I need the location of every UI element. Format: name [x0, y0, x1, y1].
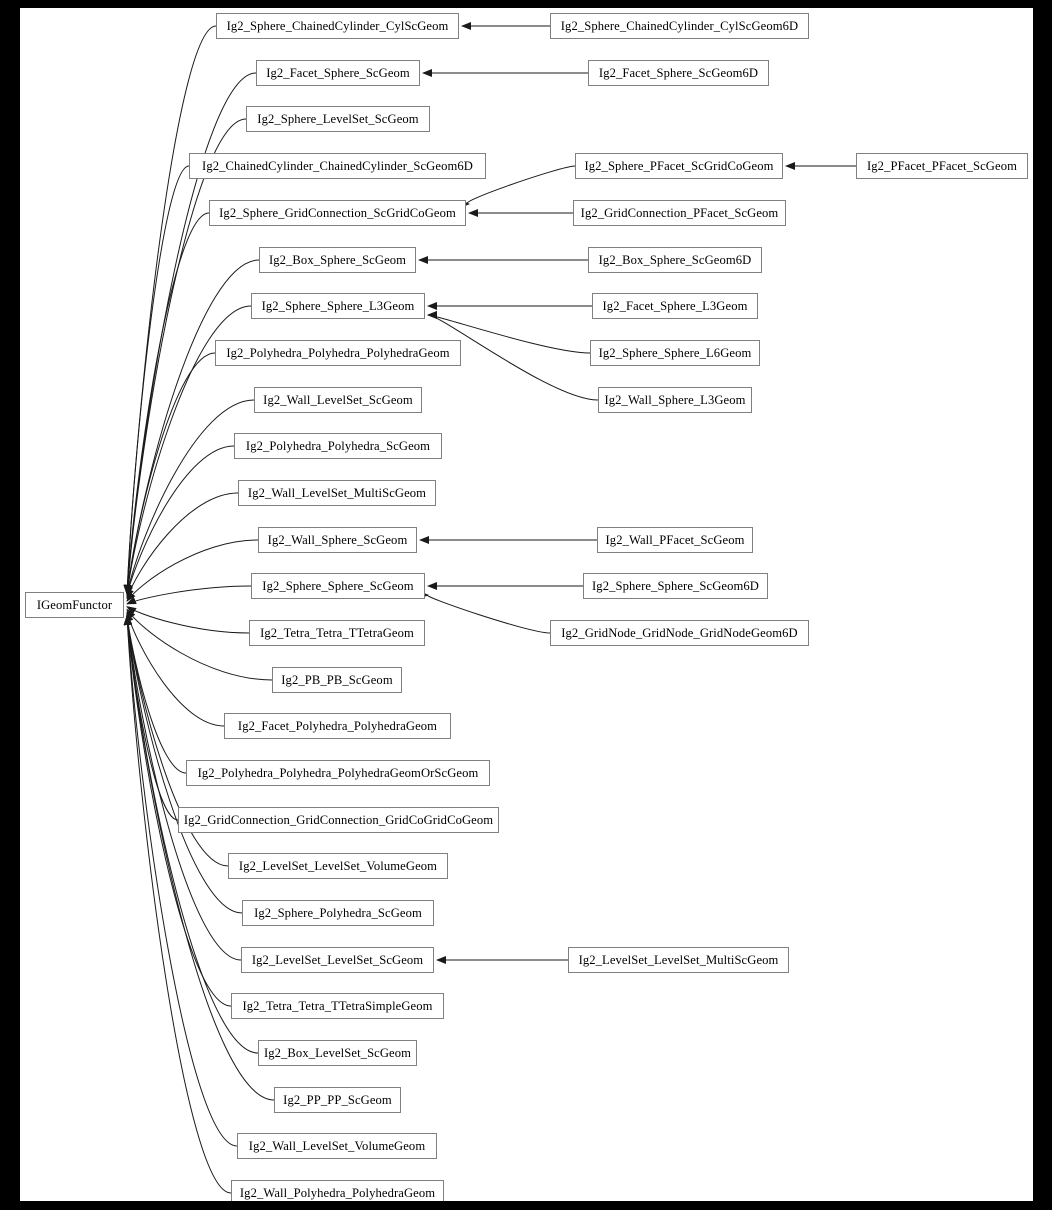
class-node-label: Ig2_Wall_LevelSet_VolumeGeom	[248, 1138, 426, 1153]
class-node-ig2-gridnode-gridnode-gridnodegeom6d[interactable]: Ig2_GridNode_GridNode_GridNodeGeom6D	[550, 620, 809, 646]
class-node-label: Ig2_LevelSet_LevelSet_ScGeom	[251, 952, 424, 967]
class-node-ig2-sphere-sphere-scgeom[interactable]: Ig2_Sphere_Sphere_ScGeom	[251, 573, 425, 599]
class-node-label: Ig2_Tetra_Tetra_TTetraSimpleGeom	[242, 998, 433, 1013]
class-node-ig2-facet-sphere-scgeom[interactable]: Ig2_Facet_Sphere_ScGeom	[256, 60, 420, 86]
class-node-ig2-levelset-levelset-multiscgeom[interactable]: Ig2_LevelSet_LevelSet_MultiScGeom	[568, 947, 789, 973]
class-node-label: Ig2_Polyhedra_Polyhedra_PolyhedraGeomOrS…	[197, 765, 479, 780]
inheritance-edge	[418, 591, 551, 634]
class-node-label: Ig2_Wall_LevelSet_ScGeom	[263, 392, 413, 407]
class-node-label: Ig2_Facet_Sphere_ScGeom6D	[598, 65, 759, 80]
class-node-ig2-sphere-sphere-scgeom6d[interactable]: Ig2_Sphere_Sphere_ScGeom6D	[583, 573, 768, 599]
class-node-ig2-sphere-pfacet-scgridcogeom[interactable]: Ig2_Sphere_PFacet_ScGridCoGeom	[575, 153, 783, 179]
class-node-ig2-wall-sphere-l3geom[interactable]: Ig2_Wall_Sphere_L3Geom	[598, 387, 752, 413]
class-node-label: Ig2_Sphere_GridConnection_ScGridCoGeom	[219, 205, 456, 220]
class-node-label: Ig2_Sphere_PFacet_ScGridCoGeom	[584, 158, 774, 173]
class-node-ig2-sphere-chainedcylinder-cylscgeom[interactable]: Ig2_Sphere_ChainedCylinder_CylScGeom	[216, 13, 459, 39]
class-node-ig2-chainedcylinder-chainedcylinder-scgeom6d[interactable]: Ig2_ChainedCylinder_ChainedCylinder_ScGe…	[189, 153, 486, 179]
class-node-ig2-tetra-tetra-ttetrageom[interactable]: Ig2_Tetra_Tetra_TTetraGeom	[249, 620, 425, 646]
edges-layer	[123, 22, 856, 1194]
inheritance-edge	[123, 25, 217, 595]
class-node-ig2-pb-pb-scgeom[interactable]: Ig2_PB_PB_ScGeom	[272, 667, 402, 693]
class-node-label: Ig2_Sphere_ChainedCylinder_CylScGeom	[226, 18, 449, 33]
inheritance-edge	[126, 539, 259, 602]
class-node-ig2-box-levelset-scgeom[interactable]: Ig2_Box_LevelSet_ScGeom	[258, 1040, 417, 1066]
class-node-ig2-polyhedra-polyhedra-polyhedrageomorscgeom[interactable]: Ig2_Polyhedra_Polyhedra_PolyhedraGeomOrS…	[186, 760, 490, 786]
class-node-ig2-wall-levelset-volumegeom[interactable]: Ig2_Wall_LevelSet_VolumeGeom	[237, 1133, 437, 1159]
class-node-ig2-sphere-sphere-l6geom[interactable]: Ig2_Sphere_Sphere_L6Geom	[590, 340, 760, 366]
class-node-ig2-wall-sphere-scgeom[interactable]: Ig2_Wall_Sphere_ScGeom	[258, 527, 417, 553]
class-node-label: Ig2_Polyhedra_Polyhedra_PolyhedraGeom	[226, 345, 450, 360]
class-node-label: Ig2_Wall_PFacet_ScGeom	[605, 532, 745, 547]
class-node-ig2-levelset-levelset-volumegeom[interactable]: Ig2_LevelSet_LevelSet_VolumeGeom	[228, 853, 448, 879]
class-node-ig2-levelset-levelset-scgeom[interactable]: Ig2_LevelSet_LevelSet_ScGeom	[241, 947, 434, 973]
class-node-label: Ig2_PFacet_PFacet_ScGeom	[866, 158, 1017, 173]
class-node-ig2-facet-sphere-scgeom6d[interactable]: Ig2_Facet_Sphere_ScGeom6D	[588, 60, 769, 86]
class-node-ig2-wall-pfacet-scgeom[interactable]: Ig2_Wall_PFacet_ScGeom	[597, 527, 753, 553]
class-node-ig2-box-sphere-scgeom6d[interactable]: Ig2_Box_Sphere_ScGeom6D	[588, 247, 762, 273]
inheritance-edge	[123, 212, 210, 595]
class-node-ig2-polyhedra-polyhedra-polyhedrageom[interactable]: Ig2_Polyhedra_Polyhedra_PolyhedraGeom	[215, 340, 461, 366]
class-node-label: Ig2_Sphere_Sphere_ScGeom6D	[592, 578, 759, 593]
inheritance-edge	[123, 165, 190, 595]
class-node-ig2-gridconnection-pfacet-scgeom[interactable]: Ig2_GridConnection_PFacet_ScGeom	[573, 200, 786, 226]
class-node-ig2-polyhedra-polyhedra-scgeom[interactable]: Ig2_Polyhedra_Polyhedra_ScGeom	[234, 433, 442, 459]
class-node-label: Ig2_Wall_Polyhedra_PolyhedraGeom	[239, 1185, 436, 1200]
class-node-label: Ig2_Tetra_Tetra_TTetraGeom	[260, 625, 414, 640]
class-node-ig2-gridconnection-gridconnection-gridcogridcogeom[interactable]: Ig2_GridConnection_GridConnection_GridCo…	[178, 807, 499, 833]
class-node-ig2-facet-polyhedra-polyhedrageom[interactable]: Ig2_Facet_Polyhedra_PolyhedraGeom	[224, 713, 451, 739]
inheritance-edge	[126, 606, 250, 634]
class-node-label: Ig2_LevelSet_LevelSet_MultiScGeom	[578, 952, 779, 967]
class-node-label: Ig2_GridNode_GridNode_GridNodeGeom6D	[561, 625, 798, 640]
class-node-label: Ig2_Wall_Sphere_ScGeom	[267, 532, 408, 547]
class-node-label: Ig2_Sphere_LevelSet_ScGeom	[257, 111, 419, 126]
class-node-ig2-sphere-gridconnection-scgridcogeom[interactable]: Ig2_Sphere_GridConnection_ScGridCoGeom	[209, 200, 466, 226]
class-node-ig2-facet-sphere-l3geom[interactable]: Ig2_Facet_Sphere_L3Geom	[592, 293, 758, 319]
class-node-label: Ig2_Sphere_Sphere_L6Geom	[598, 345, 752, 360]
class-node-ig2-sphere-levelset-scgeom[interactable]: Ig2_Sphere_LevelSet_ScGeom	[246, 106, 430, 132]
inheritance-diagram-canvas: IGeomFunctor Ig2_Sphere_ChainedCylinder_C…	[20, 8, 1033, 1201]
class-node-label: Ig2_Box_LevelSet_ScGeom	[263, 1045, 412, 1060]
class-node-ig2-sphere-chainedcylinder-cylscgeom6d[interactable]: Ig2_Sphere_ChainedCylinder_CylScGeom6D	[550, 13, 809, 39]
class-node-ig2-wall-levelset-multiscgeom[interactable]: Ig2_Wall_LevelSet_MultiScGeom	[238, 480, 436, 506]
class-node-label: Ig2_GridConnection_PFacet_ScGeom	[580, 205, 779, 220]
class-node-label: Ig2_GridConnection_GridConnection_GridCo…	[183, 812, 494, 827]
class-node-label: Ig2_Polyhedra_Polyhedra_ScGeom	[245, 438, 431, 453]
class-node-igeomfunctor[interactable]: IGeomFunctor	[25, 592, 124, 618]
class-node-ig2-sphere-polyhedra-scgeom[interactable]: Ig2_Sphere_Polyhedra_ScGeom	[242, 900, 434, 926]
class-node-ig2-pfacet-pfacet-scgeom[interactable]: Ig2_PFacet_PFacet_ScGeom	[856, 153, 1028, 179]
class-node-label: Ig2_Wall_Sphere_L3Geom	[604, 392, 746, 407]
class-node-label: IGeomFunctor	[36, 597, 113, 612]
class-node-label: Ig2_Sphere_Sphere_ScGeom	[262, 578, 414, 593]
class-node-label: Ig2_PB_PB_ScGeom	[281, 672, 393, 687]
class-node-label: Ig2_PP_PP_ScGeom	[283, 1092, 392, 1107]
class-node-label: Ig2_LevelSet_LevelSet_VolumeGeom	[238, 858, 438, 873]
class-node-label: Ig2_Sphere_ChainedCylinder_CylScGeom6D	[560, 18, 799, 33]
class-node-label: Ig2_Facet_Polyhedra_PolyhedraGeom	[237, 718, 438, 733]
class-node-ig2-wall-levelset-scgeom[interactable]: Ig2_Wall_LevelSet_ScGeom	[254, 387, 422, 413]
inheritance-edge	[123, 72, 257, 595]
class-node-label: Ig2_ChainedCylinder_ChainedCylinder_ScGe…	[202, 158, 473, 173]
class-node-label: Ig2_Sphere_Polyhedra_ScGeom	[254, 905, 422, 920]
class-node-ig2-pp-pp-scgeom[interactable]: Ig2_PP_PP_ScGeom	[274, 1087, 401, 1113]
class-node-label: Ig2_Box_Sphere_ScGeom6D	[598, 252, 752, 267]
class-node-label: Ig2_Sphere_Sphere_L3Geom	[261, 298, 415, 313]
class-node-label: Ig2_Box_Sphere_ScGeom	[268, 252, 407, 267]
class-node-ig2-tetra-tetra-ttetrasimplegeom[interactable]: Ig2_Tetra_Tetra_TTetraSimpleGeom	[231, 993, 444, 1019]
class-node-label: Ig2_Wall_LevelSet_MultiScGeom	[247, 485, 427, 500]
inheritance-edge	[126, 585, 252, 605]
class-node-ig2-box-sphere-scgeom[interactable]: Ig2_Box_Sphere_ScGeom	[259, 247, 416, 273]
class-node-label: Ig2_Facet_Sphere_ScGeom	[266, 65, 410, 80]
class-node-ig2-sphere-sphere-l3geom[interactable]: Ig2_Sphere_Sphere_L3Geom	[251, 293, 425, 319]
class-node-ig2-wall-polyhedra-polyhedrageom[interactable]: Ig2_Wall_Polyhedra_PolyhedraGeom	[231, 1180, 444, 1201]
inheritance-edge	[126, 492, 239, 600]
class-node-label: Ig2_Facet_Sphere_L3Geom	[602, 298, 748, 313]
